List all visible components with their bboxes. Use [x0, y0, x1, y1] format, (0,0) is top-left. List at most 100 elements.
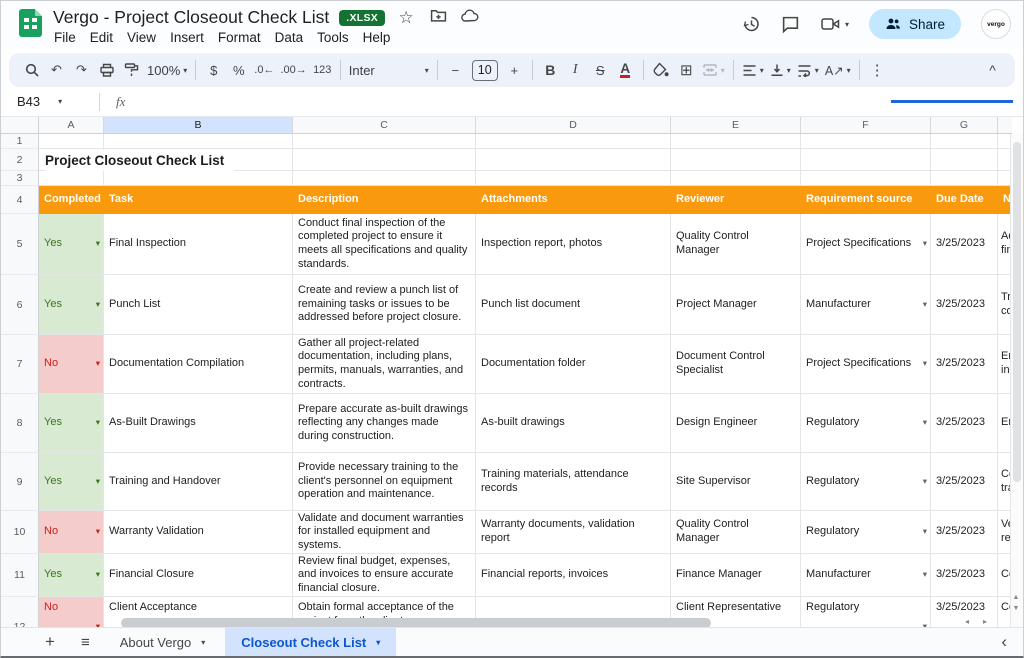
horizontal-align-icon[interactable]: ▾ — [739, 57, 767, 83]
text-color-button[interactable]: A — [620, 62, 630, 78]
borders-icon[interactable]: ⊞ — [674, 57, 699, 83]
merge-cells-icon[interactable]: ▾ — [699, 57, 728, 83]
fill-color-icon[interactable] — [649, 57, 674, 83]
menu-tools[interactable]: Tools — [310, 29, 356, 46]
row-header-7[interactable]: 7 — [1, 335, 39, 394]
strikethrough-button[interactable]: S — [588, 57, 613, 83]
cell-r10-task[interactable]: Warranty Validation — [104, 511, 293, 554]
row-header-2[interactable]: 2 — [1, 149, 39, 171]
cell-d3[interactable] — [476, 171, 671, 186]
cell-g3[interactable] — [931, 171, 998, 186]
source-dropdown-caret[interactable]: ▾ — [923, 298, 927, 312]
cell-r5-due[interactable]: 3/25/2023 — [931, 214, 998, 275]
font-family-select[interactable]: Inter▾ — [346, 57, 432, 83]
vertical-scrollbar-thumb[interactable] — [1013, 142, 1021, 482]
cell-r8-description[interactable]: Prepare accurate as-built drawings refle… — [293, 394, 476, 453]
cell-r9-completed[interactable]: Yes▾ — [39, 453, 104, 511]
header-cell-task[interactable]: Task — [104, 186, 293, 214]
decrease-decimal-icon[interactable]: .0← — [251, 57, 277, 83]
menu-view[interactable]: View — [120, 29, 163, 46]
cell-r9-reviewer[interactable]: Site Supervisor — [671, 453, 801, 511]
cell-r8-task[interactable]: As-Built Drawings — [104, 394, 293, 453]
cell-r8-reviewer[interactable]: Design Engineer — [671, 394, 801, 453]
menu-format[interactable]: Format — [211, 29, 268, 46]
menu-data[interactable]: Data — [268, 29, 311, 46]
vertical-scrollbar[interactable]: ▲▼ — [1010, 134, 1023, 629]
search-icon[interactable] — [19, 57, 44, 83]
sheet-tab-about-vergo[interactable]: About Vergo▾ — [104, 628, 222, 656]
sheet-tab-caret[interactable]: ▾ — [201, 638, 205, 647]
completed-dropdown-caret[interactable]: ▾ — [96, 475, 100, 489]
move-folder-icon[interactable] — [427, 8, 449, 28]
redo-icon[interactable]: ↷ — [69, 57, 94, 83]
cell-b3[interactable] — [104, 171, 293, 186]
increase-decimal-icon[interactable]: .00→ — [277, 57, 309, 83]
all-sheets-icon[interactable]: ≡ — [81, 634, 90, 651]
menu-edit[interactable]: Edit — [83, 29, 120, 46]
cell-r7-completed[interactable]: No▾ — [39, 335, 104, 394]
account-avatar[interactable]: vergo — [981, 9, 1011, 39]
column-header-a[interactable]: A — [39, 117, 104, 133]
cell-r9-source[interactable]: Regulatory▾ — [801, 453, 931, 511]
sheets-logo-icon[interactable] — [19, 9, 42, 37]
paint-format-icon[interactable] — [119, 57, 144, 83]
row-header-6[interactable]: 6 — [1, 275, 39, 335]
header-cell-attachments[interactable]: Attachments — [476, 186, 671, 214]
row-header-10[interactable]: 10 — [1, 511, 39, 554]
cell-f3[interactable] — [801, 171, 931, 186]
cell-r10-source[interactable]: Regulatory▾ — [801, 511, 931, 554]
cell-r11-reviewer[interactable]: Finance Manager — [671, 554, 801, 597]
row-header-3[interactable]: 3 — [1, 171, 39, 186]
text-wrap-icon[interactable]: ▾ — [794, 57, 822, 83]
meet-camera-icon[interactable]: ▾ — [820, 15, 849, 33]
header-cell-description[interactable]: Description — [293, 186, 476, 214]
cell-r9-due[interactable]: 3/25/2023 — [931, 453, 998, 511]
cell-r7-task[interactable]: Documentation Compilation — [104, 335, 293, 394]
cell-r6-task[interactable]: Punch List — [104, 275, 293, 335]
row-header-1[interactable]: 1 — [1, 134, 39, 149]
completed-dropdown-caret[interactable]: ▾ — [96, 525, 100, 539]
share-button[interactable]: Share — [869, 9, 961, 39]
cell-r11-description[interactable]: Review final budget, expenses, and invoi… — [293, 554, 476, 597]
comment-icon[interactable] — [781, 15, 800, 34]
bold-button[interactable]: B — [538, 57, 563, 83]
cell-r8-attachments[interactable]: As-built drawings — [476, 394, 671, 453]
cell-r11-task[interactable]: Financial Closure — [104, 554, 293, 597]
completed-dropdown-caret[interactable]: ▾ — [96, 298, 100, 312]
source-dropdown-caret[interactable]: ▾ — [923, 568, 927, 582]
source-dropdown-caret[interactable]: ▾ — [923, 475, 927, 489]
row-header-11[interactable]: 11 — [1, 554, 39, 597]
cell-b1[interactable] — [104, 134, 293, 149]
cell-r5-completed[interactable]: Yes▾ — [39, 214, 104, 275]
row-header-4[interactable]: 4 — [1, 186, 39, 214]
cell-r5-task[interactable]: Final Inspection — [104, 214, 293, 275]
undo-icon[interactable]: ↶ — [44, 57, 69, 83]
cell-r6-attachments[interactable]: Punch list document — [476, 275, 671, 335]
source-dropdown-caret[interactable]: ▾ — [923, 525, 927, 539]
cell-r11-source[interactable]: Manufacturer▾ — [801, 554, 931, 597]
cell-r5-attachments[interactable]: Inspection report, photos — [476, 214, 671, 275]
cell-r7-description[interactable]: Gather all project-related documentation… — [293, 335, 476, 394]
cloud-status-icon[interactable] — [459, 8, 481, 28]
cell-r7-due[interactable]: 3/25/2023 — [931, 335, 998, 394]
cell-e1[interactable] — [671, 134, 801, 149]
header-cell-reviewer[interactable]: Reviewer — [671, 186, 801, 214]
row-header-9[interactable]: 9 — [1, 453, 39, 511]
sheet-tab-closeout-check-list[interactable]: Closeout Check List▾ — [225, 628, 396, 656]
sheet-title-cell[interactable]: Project Closeout Check List — [45, 150, 234, 171]
completed-dropdown-caret[interactable]: ▾ — [96, 357, 100, 371]
increase-font-size-button[interactable]: + — [502, 57, 527, 83]
zoom-control[interactable]: 100%▾ — [144, 57, 190, 83]
print-icon[interactable] — [94, 57, 119, 83]
cell-r10-reviewer[interactable]: Quality Control Manager — [671, 511, 801, 554]
row-header-8[interactable]: 8 — [1, 394, 39, 453]
number-format-menu[interactable]: 123 — [310, 57, 335, 83]
decrease-font-size-button[interactable]: − — [443, 57, 468, 83]
cell-r8-due[interactable]: 3/25/2023 — [931, 394, 998, 453]
name-box[interactable]: B43 ▾ — [1, 94, 93, 109]
column-header-g[interactable]: G — [931, 117, 998, 133]
cell-r12-completed[interactable]: No▾ — [39, 597, 104, 629]
column-header-c[interactable]: C — [293, 117, 476, 133]
cell-r9-task[interactable]: Training and Handover — [104, 453, 293, 511]
source-dropdown-caret[interactable]: ▾ — [923, 237, 927, 251]
